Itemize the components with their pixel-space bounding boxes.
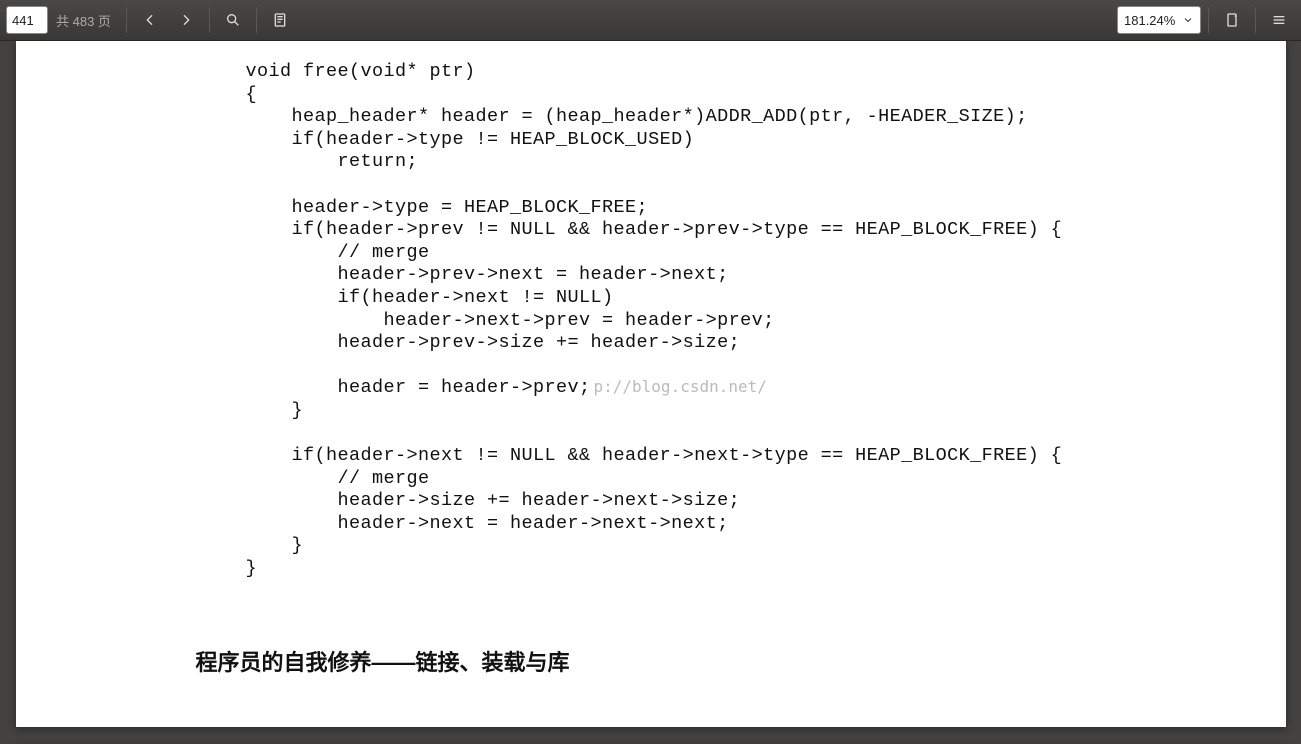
menu-button[interactable] [1263,5,1295,35]
divider [126,7,127,33]
divider [1255,7,1256,33]
page-options-button[interactable] [1216,5,1248,35]
page: void free(void* ptr) { heap_header* head… [16,41,1286,727]
annotations-button[interactable] [264,5,296,35]
divider [209,7,210,33]
page-number-input[interactable] [6,6,48,34]
toolbar: 共 483 页 181.24% [0,0,1301,41]
chevron-down-icon [1182,14,1194,26]
zoom-value: 181.24% [1124,13,1176,28]
code-block: void free(void* ptr) { heap_header* head… [246,61,1106,581]
note-icon [272,12,288,28]
prev-page-button[interactable] [134,5,166,35]
zoom-select[interactable]: 181.24% [1117,6,1201,34]
page-total-label: 共 483 页 [52,11,119,30]
divider [256,7,257,33]
search-button[interactable] [217,5,249,35]
search-icon [225,12,241,28]
next-page-button[interactable] [170,5,202,35]
page-icon [1224,12,1240,28]
divider [1208,7,1209,33]
chevron-left-icon [142,12,158,28]
book-title: 程序员的自我修养——链接、装载与库 [196,645,1106,677]
menu-icon [1271,12,1287,28]
document-viewport[interactable]: void free(void* ptr) { heap_header* head… [0,41,1301,744]
chevron-right-icon [178,12,194,28]
